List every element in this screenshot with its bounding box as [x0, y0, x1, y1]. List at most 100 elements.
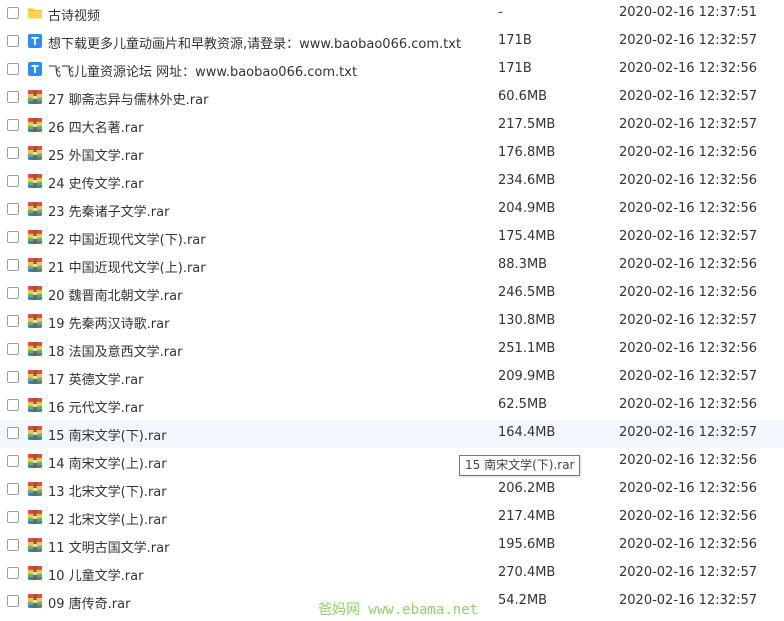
file-row[interactable]: 10 儿童文学.rar 270.4MB 2020-02-16 12:32:57	[0, 560, 784, 588]
file-name[interactable]: 27 聊斋志异与儒林外史.rar	[48, 89, 208, 108]
archive-icon	[27, 369, 43, 385]
modified-date: 2020-02-16 12:32:56	[619, 61, 758, 76]
file-row[interactable]: 14 南宋文学(上).rar 2020-02-16 12:32:56	[0, 448, 784, 476]
file-name[interactable]: 18 法国及意西文学.rar	[48, 341, 182, 360]
file-name[interactable]: 想下载更多儿童动画片和早教资源,请登录：www.baobao066.com.tx…	[48, 33, 461, 52]
row-checkbox[interactable]	[7, 287, 19, 299]
file-name[interactable]: 22 中国近现代文学(下).rar	[48, 229, 206, 248]
modified-date: 2020-02-16 12:32:56	[619, 145, 758, 160]
file-size: 130.8MB	[498, 313, 556, 328]
archive-icon	[27, 285, 43, 301]
file-row[interactable]: 25 外国文学.rar 176.8MB 2020-02-16 12:32:56	[0, 140, 784, 168]
row-checkbox[interactable]	[7, 343, 19, 355]
file-name[interactable]: 09 唐传奇.rar	[48, 593, 130, 612]
file-name[interactable]: 10 儿童文学.rar	[48, 565, 143, 584]
file-size: 88.3MB	[498, 257, 548, 272]
file-size: 164.4MB	[498, 425, 556, 440]
row-checkbox[interactable]	[7, 483, 19, 495]
file-size: 217.4MB	[498, 509, 556, 524]
file-size: 54.2MB	[498, 593, 548, 608]
archive-icon	[27, 201, 43, 217]
file-row[interactable]: 27 聊斋志异与儒林外史.rar 60.6MB 2020-02-16 12:32:5…	[0, 84, 784, 112]
filename-tooltip: 15 南宋文学(下).rar	[459, 455, 581, 476]
file-name[interactable]: 15 南宋文学(下).rar	[48, 425, 167, 444]
row-checkbox[interactable]	[7, 455, 19, 467]
folder-icon	[27, 5, 43, 21]
file-size: 251.1MB	[498, 341, 556, 356]
row-checkbox[interactable]	[7, 539, 19, 551]
file-name[interactable]: 25 外国文学.rar	[48, 145, 143, 164]
file-row[interactable]: 22 中国近现代文学(下).rar 175.4MB 2020-02-16 12:32…	[0, 224, 784, 252]
file-name[interactable]: 16 元代文学.rar	[48, 397, 143, 416]
file-name[interactable]: 12 北宋文学(上).rar	[48, 509, 167, 528]
archive-icon	[27, 117, 43, 133]
file-row[interactable]: 19 先秦两汉诗歌.rar 130.8MB 2020-02-16 12:32:57	[0, 308, 784, 336]
modified-date: 2020-02-16 12:32:56	[619, 201, 758, 216]
file-row[interactable]: 20 魏晋南北朝文学.rar 246.5MB 2020-02-16 12:32:56	[0, 280, 784, 308]
modified-date: 2020-02-16 12:32:56	[619, 537, 758, 552]
file-row[interactable]: 18 法国及意西文学.rar 251.1MB 2020-02-16 12:32:56	[0, 336, 784, 364]
archive-icon	[27, 509, 43, 525]
modified-date: 2020-02-16 12:32:56	[619, 453, 758, 468]
file-size: 171B	[498, 61, 532, 76]
file-name[interactable]: 14 南宋文学(上).rar	[48, 453, 167, 472]
file-name[interactable]: 古诗视频	[48, 5, 100, 24]
file-name[interactable]: 飞飞儿童资源论坛 网址：www.baobao066.com.txt	[48, 61, 357, 80]
row-checkbox[interactable]	[7, 371, 19, 383]
archive-icon	[27, 397, 43, 413]
file-size: 62.5MB	[498, 397, 548, 412]
file-row[interactable]: 26 四大名著.rar 217.5MB 2020-02-16 12:32:57	[0, 112, 784, 140]
file-size: 204.9MB	[498, 201, 556, 216]
file-row[interactable]: 11 文明古国文学.rar 195.6MB 2020-02-16 12:32:56	[0, 532, 784, 560]
archive-icon	[27, 229, 43, 245]
file-row[interactable]: 飞飞儿童资源论坛 网址：www.baobao066.com.txt 171B 202…	[0, 56, 784, 84]
modified-date: 2020-02-16 12:32:57	[619, 425, 758, 440]
folder-row[interactable]: 古诗视频 - 2020-02-16 12:37:51	[0, 0, 784, 28]
file-name[interactable]: 17 英德文学.rar	[48, 369, 143, 388]
file-size: 209.9MB	[498, 369, 556, 384]
row-checkbox[interactable]	[7, 203, 19, 215]
row-checkbox[interactable]	[7, 147, 19, 159]
row-checkbox[interactable]	[7, 7, 19, 19]
row-checkbox[interactable]	[7, 63, 19, 75]
file-row[interactable]: 17 英德文学.rar 209.9MB 2020-02-16 12:32:57	[0, 364, 784, 392]
modified-date: 2020-02-16 12:32:57	[619, 117, 758, 132]
row-checkbox[interactable]	[7, 259, 19, 271]
file-name[interactable]: 13 北宋文学(下).rar	[48, 481, 167, 500]
file-size: 270.4MB	[498, 565, 556, 580]
row-checkbox[interactable]	[7, 231, 19, 243]
text-file-icon	[27, 61, 43, 77]
archive-icon	[27, 313, 43, 329]
file-name[interactable]: 20 魏晋南北朝文学.rar	[48, 285, 182, 304]
file-row[interactable]: 想下载更多儿童动画片和早教资源,请登录：www.baobao066.com.tx…	[0, 28, 784, 56]
row-checkbox[interactable]	[7, 511, 19, 523]
row-checkbox[interactable]	[7, 315, 19, 327]
file-name[interactable]: 19 先秦两汉诗歌.rar	[48, 313, 169, 332]
file-row[interactable]: 15 南宋文学(下).rar 164.4MB 2020-02-16 12:32:57	[0, 420, 784, 448]
file-name[interactable]: 26 四大名著.rar	[48, 117, 143, 136]
modified-date: 2020-02-16 12:32:56	[619, 509, 758, 524]
file-row[interactable]: 16 元代文学.rar 62.5MB 2020-02-16 12:32:56	[0, 392, 784, 420]
archive-icon	[27, 425, 43, 441]
file-row[interactable]: 12 北宋文学(上).rar 217.4MB 2020-02-16 12:32:56	[0, 504, 784, 532]
file-name[interactable]: 24 史传文学.rar	[48, 173, 143, 192]
file-row[interactable]: 21 中国近现代文学(上).rar 88.3MB 2020-02-16 12:32:…	[0, 252, 784, 280]
modified-date: 2020-02-16 12:32:56	[619, 481, 758, 496]
file-size: 206.2MB	[498, 481, 556, 496]
row-checkbox[interactable]	[7, 175, 19, 187]
file-row[interactable]: 13 北宋文学(下).rar 206.2MB 2020-02-16 12:32:56	[0, 476, 784, 504]
file-size: 171B	[498, 33, 532, 48]
file-name[interactable]: 21 中国近现代文学(上).rar	[48, 257, 206, 276]
row-checkbox[interactable]	[7, 399, 19, 411]
row-checkbox[interactable]	[7, 595, 19, 607]
row-checkbox[interactable]	[7, 35, 19, 47]
file-row[interactable]: 23 先秦诸子文学.rar 204.9MB 2020-02-16 12:32:56	[0, 196, 784, 224]
row-checkbox[interactable]	[7, 91, 19, 103]
row-checkbox[interactable]	[7, 567, 19, 579]
file-name[interactable]: 23 先秦诸子文学.rar	[48, 201, 169, 220]
file-row[interactable]: 24 史传文学.rar 234.6MB 2020-02-16 12:32:56	[0, 168, 784, 196]
file-name[interactable]: 11 文明古国文学.rar	[48, 537, 169, 556]
text-file-icon	[27, 33, 43, 49]
row-checkbox[interactable]	[7, 119, 19, 131]
row-checkbox[interactable]	[7, 427, 19, 439]
